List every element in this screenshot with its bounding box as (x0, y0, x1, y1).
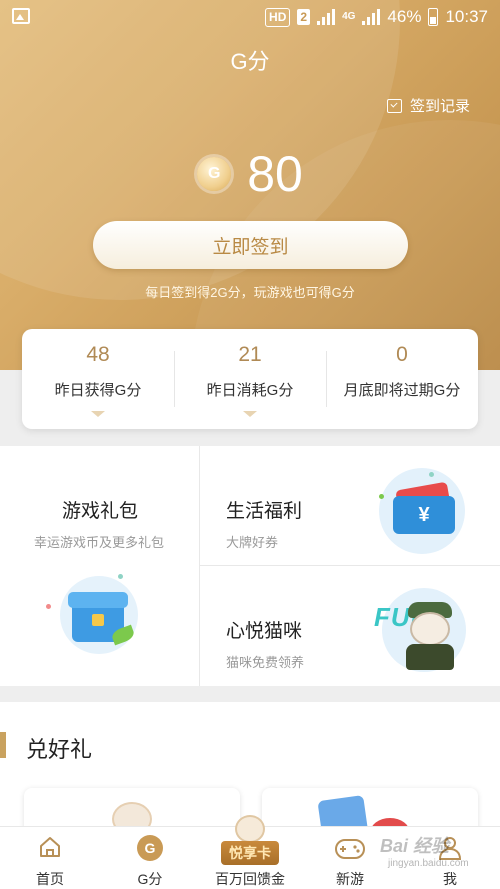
stat-value: 0 (396, 343, 408, 366)
tile-title: 游戏礼包 (62, 501, 139, 522)
page-title: G分 (230, 49, 270, 74)
stat-expiring[interactable]: 0 月底即将过期G分 (326, 329, 478, 429)
gift-box-icon (60, 576, 138, 654)
nav-label: 百万回馈金 (215, 871, 285, 887)
stat-value: 21 (238, 343, 262, 366)
decor-dot (118, 574, 123, 579)
benefits-grid: 游戏礼包 幸运游戏币及更多礼包 生活福利 大牌好券 ¥ 心悦猫咪 猫咪免费领养 … (0, 446, 500, 686)
checkin-record-link[interactable]: 签到记录 (386, 95, 470, 116)
tile-subtitle: 猫咪免费领养 (226, 655, 305, 670)
g-points-icon: G (137, 835, 163, 861)
life-welfare-tile[interactable]: 生活福利 大牌好券 ¥ (200, 446, 500, 565)
status-bar-right: HD 2 4G 46% 10:37 (265, 5, 488, 29)
section-accent-bar (0, 732, 6, 758)
battery-percent: 46% (387, 7, 422, 26)
watermark: Bai 经验 jingyan.baidu.com (380, 832, 469, 869)
stat-label: 昨日获得G分 (54, 382, 142, 399)
checkin-hint: 每日签到得2G分，玩游戏也可得G分 (145, 285, 355, 300)
signal-icon (362, 9, 381, 25)
game-gift-tile[interactable]: 游戏礼包 幸运游戏币及更多礼包 (0, 446, 199, 686)
points-stats-card: 48 昨日获得G分 21 昨日消耗G分 0 月底即将过期G分 (22, 329, 478, 429)
yuan-symbol: ¥ (393, 496, 455, 534)
section-title: 兑好礼 (26, 737, 93, 762)
stat-label: 昨日消耗G分 (206, 382, 294, 399)
stat-yesterday-earned[interactable]: 48 昨日获得G分 (22, 329, 174, 429)
points-value: 80 (247, 146, 303, 202)
nav-label: 新游 (336, 871, 364, 887)
nav-label: G分 (137, 871, 163, 887)
ticket-icon: ¥ (375, 464, 465, 554)
home-icon (40, 837, 60, 857)
stat-value: 48 (86, 343, 110, 366)
watermark-brand: Bai 经验 (380, 836, 450, 856)
cat-icon (235, 815, 265, 843)
chevron-down-icon (91, 411, 105, 417)
nav-g-points[interactable]: G G分 (100, 827, 200, 889)
points-balance: G 80 (0, 146, 500, 202)
vip-card-badge: 悦享卡 (221, 841, 279, 865)
chevron-down-icon (243, 411, 257, 417)
coin-icon: G (197, 157, 232, 191)
tile-title: 生活福利 (226, 501, 303, 522)
cat-icon: FUN (372, 582, 472, 678)
watermark-url: jingyan.baidu.com (388, 858, 469, 869)
hd-indicator: HD (265, 7, 291, 27)
gamepad-icon (335, 839, 365, 859)
clock: 10:37 (445, 7, 488, 26)
tile-subtitle: 幸运游戏币及更多礼包 (34, 535, 165, 550)
status-bar: HD 2 4G 46% 10:37 (0, 0, 500, 34)
nav-vip[interactable]: 悦享卡 百万回馈金 (200, 815, 300, 889)
tile-subtitle: 大牌好券 (226, 535, 279, 550)
calendar-check-icon (386, 98, 402, 113)
checkin-record-label: 签到记录 (409, 98, 470, 115)
stat-label: 月底即将过期G分 (343, 382, 461, 399)
battery-icon (428, 8, 439, 26)
network-indicator: 4G (342, 11, 356, 22)
cat-adoption-tile[interactable]: 心悦猫咪 猫咪免费领养 FUN (200, 566, 500, 686)
nav-label: 首页 (36, 871, 64, 887)
nav-label: 我 (443, 871, 457, 887)
signal-icon (317, 9, 336, 25)
tile-title: 心悦猫咪 (226, 621, 303, 642)
checkin-button[interactable]: 立即签到 (93, 221, 408, 269)
decor-dot (46, 604, 51, 609)
nav-home[interactable]: 首页 (0, 827, 100, 889)
stat-yesterday-spent[interactable]: 21 昨日消耗G分 (174, 329, 326, 429)
image-icon (12, 8, 30, 24)
sim-indicator: 2 (297, 9, 311, 25)
